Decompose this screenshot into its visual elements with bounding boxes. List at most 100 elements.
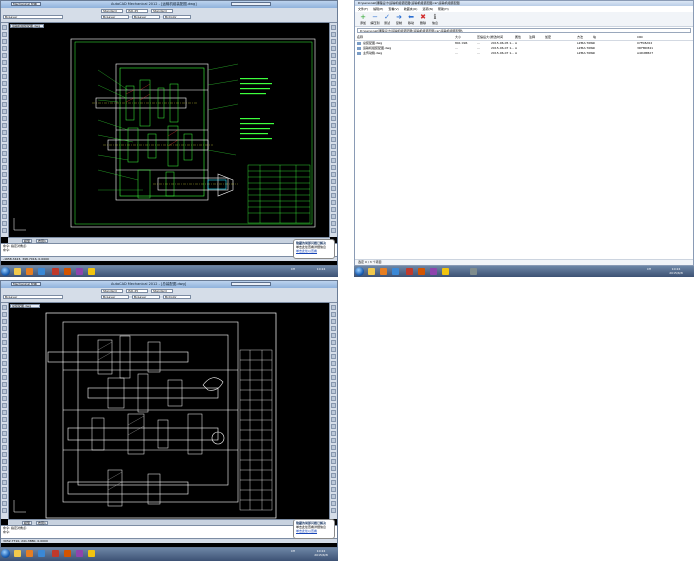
- tool-button[interactable]: [2, 494, 7, 499]
- explorer-title[interactable]: D:\personal\课程设计\运输机组装配图\运输机组装配图.rar\运输机…: [355, 1, 693, 6]
- office-icon[interactable]: [418, 268, 425, 275]
- balloon-link[interactable]: 单击此处以查看: [296, 529, 332, 533]
- tool-button[interactable]: [331, 46, 336, 51]
- command-line[interactable]: 命令: 指定对角点: 命令:: [1, 243, 337, 256]
- tool-button[interactable]: [331, 431, 336, 436]
- tool-button[interactable]: [331, 81, 336, 86]
- screenshot-icon[interactable]: [470, 268, 477, 275]
- tool-button[interactable]: [331, 501, 336, 506]
- folder-icon[interactable]: [88, 550, 95, 557]
- browser-icon[interactable]: [392, 268, 399, 275]
- tool-button[interactable]: [2, 200, 7, 205]
- tool-button[interactable]: [331, 410, 336, 415]
- tool-button[interactable]: [331, 60, 336, 65]
- notification-balloon[interactable]: 隐藏的局部问题已解决 单击此处查看详细信息 单击此处以查看: [293, 519, 335, 539]
- column-6[interactable]: 加密: [545, 35, 551, 40]
- tool-button[interactable]: [2, 123, 7, 128]
- balloon-link[interactable]: 单击此处以查看: [296, 249, 332, 253]
- tool-button[interactable]: [331, 214, 336, 219]
- tool-button[interactable]: [2, 39, 7, 44]
- menu-item[interactable]: 编辑(E): [373, 7, 383, 11]
- tool-button[interactable]: [331, 382, 336, 387]
- tool-button[interactable]: [2, 60, 7, 65]
- toolbar-arrow-right-button[interactable]: ➜ 复制: [394, 14, 404, 26]
- menu-item[interactable]: 文件(F): [358, 7, 368, 11]
- tool-button[interactable]: [2, 466, 7, 471]
- tool-button[interactable]: [331, 333, 336, 338]
- text-style-select[interactable]: Standard: [101, 289, 123, 293]
- tool-button[interactable]: [331, 375, 336, 380]
- tool-button[interactable]: [2, 340, 7, 345]
- tool-button[interactable]: [2, 130, 7, 135]
- tool-button[interactable]: [2, 172, 7, 177]
- layer-select[interactable]: ByLayer: [3, 295, 63, 299]
- tool-button[interactable]: [331, 123, 336, 128]
- top-cad-titlebar[interactable]: Mechanical 经典 AutoCAD Mechanical 2012 - …: [1, 1, 337, 8]
- tool-button[interactable]: [2, 452, 7, 457]
- tool-button[interactable]: [331, 25, 336, 30]
- workspace-dropdown[interactable]: Mechanical 经典: [11, 282, 41, 286]
- tool-button[interactable]: [2, 354, 7, 359]
- column-7[interactable]: 方法: [577, 35, 583, 40]
- column-2[interactable]: 压缩后大小: [477, 35, 492, 40]
- tray-lang[interactable]: CH: [288, 549, 298, 553]
- tool-button[interactable]: [331, 319, 336, 324]
- start-button[interactable]: [1, 549, 10, 558]
- workspace-dropdown[interactable]: Mechanical 经典: [11, 2, 41, 6]
- tool-button[interactable]: [331, 396, 336, 401]
- file-tab[interactable]: 运输机组装配图.dwg: [10, 24, 44, 28]
- tool-button[interactable]: [2, 375, 7, 380]
- tray-lang[interactable]: CH: [644, 267, 654, 271]
- explorer-icon[interactable]: [368, 268, 375, 275]
- tool-button[interactable]: [331, 438, 336, 443]
- menu-item[interactable]: 选项(N): [422, 7, 433, 11]
- column-5[interactable]: 注释: [529, 35, 535, 40]
- tool-button[interactable]: [331, 452, 336, 457]
- table-style-select[interactable]: Standard: [151, 9, 173, 13]
- tool-button[interactable]: [331, 172, 336, 177]
- tool-button[interactable]: [331, 487, 336, 492]
- linetype-select[interactable]: ByLayer: [132, 15, 160, 19]
- tool-button[interactable]: [331, 200, 336, 205]
- tool-button[interactable]: [331, 74, 336, 79]
- tool-button[interactable]: [331, 32, 336, 37]
- tool-button[interactable]: [331, 151, 336, 156]
- tray-clock[interactable]: 10:24 2015/6/8: [660, 267, 692, 275]
- tool-button[interactable]: [2, 186, 7, 191]
- tool-button[interactable]: [331, 130, 336, 135]
- media-icon[interactable]: [26, 550, 33, 557]
- tool-button[interactable]: [331, 109, 336, 114]
- media-icon[interactable]: [26, 268, 33, 275]
- tool-button[interactable]: [2, 214, 7, 219]
- start-button[interactable]: [1, 267, 10, 276]
- dim-style-select[interactable]: ISO-25: [126, 289, 148, 293]
- tool-button[interactable]: [331, 193, 336, 198]
- tool-button[interactable]: [2, 88, 7, 93]
- tool-button[interactable]: [2, 410, 7, 415]
- toolbar-minus-button[interactable]: − 解压到: [370, 14, 380, 26]
- tool-button[interactable]: [2, 95, 7, 100]
- tool-button[interactable]: [2, 459, 7, 464]
- tool-button[interactable]: [331, 480, 336, 485]
- tool-button[interactable]: [2, 116, 7, 121]
- tool-button[interactable]: [331, 354, 336, 359]
- tool-button[interactable]: [2, 389, 7, 394]
- command-prompt[interactable]: 命令:: [3, 248, 337, 252]
- tool-button[interactable]: [331, 508, 336, 513]
- tool-button[interactable]: [331, 67, 336, 72]
- tool-button[interactable]: [2, 319, 7, 324]
- color-select[interactable]: ByLayer: [101, 295, 129, 299]
- autocad-icon[interactable]: [52, 550, 59, 557]
- tool-button[interactable]: [331, 39, 336, 44]
- tool-button[interactable]: [2, 326, 7, 331]
- start-button[interactable]: [355, 267, 364, 276]
- tray-lang[interactable]: CH: [288, 267, 298, 271]
- toolbar-plus-button[interactable]: + 添加: [358, 14, 368, 26]
- tool-button[interactable]: [331, 179, 336, 184]
- tool-button[interactable]: [2, 445, 7, 450]
- tool-button[interactable]: [331, 186, 336, 191]
- folder-icon[interactable]: [88, 268, 95, 275]
- tool-button[interactable]: [2, 158, 7, 163]
- tool-button[interactable]: [331, 144, 336, 149]
- explorer-icon[interactable]: [14, 550, 21, 557]
